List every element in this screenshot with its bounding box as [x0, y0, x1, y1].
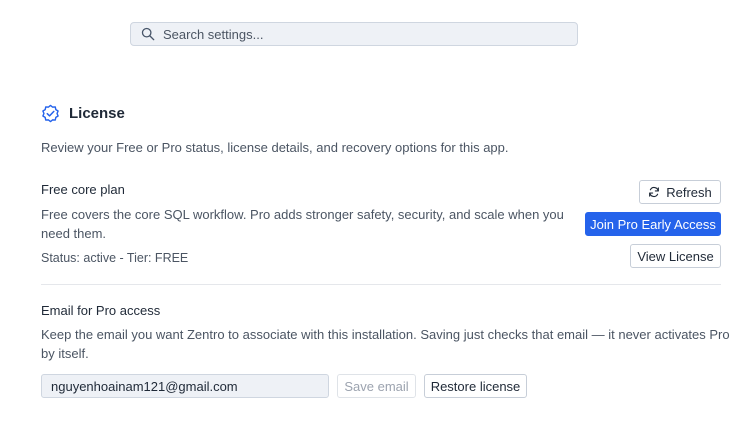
- join-pro-button[interactable]: Join Pro Early Access: [585, 212, 721, 236]
- section-title: License: [69, 105, 125, 122]
- plan-status: Status: active - Tier: FREE: [41, 251, 189, 265]
- view-license-button[interactable]: View License: [630, 244, 721, 268]
- refresh-button[interactable]: Refresh: [639, 180, 721, 204]
- plan-description: Free covers the core SQL workflow. Pro a…: [41, 207, 564, 241]
- refresh-label: Refresh: [666, 184, 712, 200]
- badge-check-icon: [42, 104, 59, 123]
- email-title: Email for Pro access: [41, 303, 161, 318]
- search-input[interactable]: [163, 26, 563, 42]
- email-description: Keep the email you want Zentro to associ…: [41, 327, 730, 361]
- search-icon: [141, 27, 155, 41]
- section-divider: [41, 284, 721, 285]
- plan-title: Free core plan: [41, 182, 125, 197]
- section-description: Review your Free or Pro status, license …: [41, 140, 509, 155]
- save-email-button[interactable]: Save email: [337, 374, 416, 398]
- restore-license-button[interactable]: Restore license: [424, 374, 527, 398]
- email-field[interactable]: [41, 374, 329, 398]
- license-section-header: License: [41, 104, 125, 123]
- search-bar[interactable]: [130, 22, 578, 46]
- refresh-icon: [649, 186, 660, 198]
